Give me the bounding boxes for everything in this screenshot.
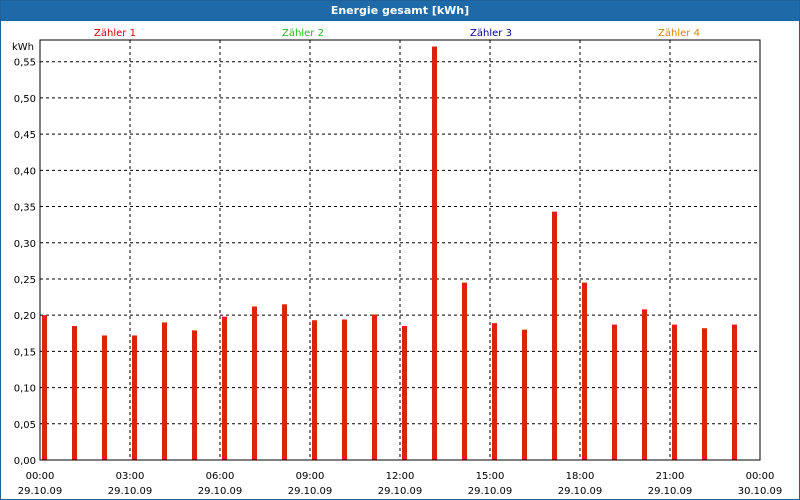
x-tick-date: 29.10.09 [558,486,603,497]
y-tick-label: 0,55 [14,58,36,69]
x-tick-time: 03:00 [116,471,145,482]
y-tick-label: 0,10 [14,384,36,395]
bar [732,324,737,460]
bar [252,306,257,460]
bar [72,326,77,460]
y-tick-label: 0,35 [14,203,36,214]
x-tick-time: 00:00 [746,471,775,482]
x-tick-date: 29.10.09 [288,486,333,497]
bar [702,328,707,460]
x-tick-date: 30.10.09 [738,486,783,497]
x-tick-time: 12:00 [386,471,415,482]
y-tick-label: 0,50 [14,94,36,105]
x-tick-time: 21:00 [656,471,685,482]
y-tick-label: 0,45 [14,130,36,141]
bar [312,320,317,460]
bar [42,315,47,460]
bar [102,335,107,460]
x-tick-time: 15:00 [476,471,505,482]
x-tick-date: 29.10.09 [648,486,693,497]
bar [132,335,137,460]
y-tick-label: 0,00 [14,456,36,467]
bar [492,323,497,460]
bar [522,329,527,460]
bar [192,330,197,460]
bar [672,324,677,460]
bar [582,282,587,460]
x-tick-date: 29.10.09 [198,486,243,497]
bar [462,282,467,460]
bar [222,316,227,460]
bar [612,324,617,460]
bar [282,304,287,460]
y-tick-label: 0,20 [14,311,36,322]
legend-item: Zähler 1 [94,28,136,39]
bar [372,314,377,460]
bar [402,326,407,460]
x-tick-date: 29.10.09 [108,486,153,497]
y-tick-label: 0,30 [14,239,36,250]
y-tick-label: 0,40 [14,166,36,177]
x-tick-date: 29.10.09 [18,486,63,497]
bar [552,211,557,460]
legend-item: Zähler 3 [470,28,512,39]
y-tick-label: 0,25 [14,275,36,286]
x-tick-date: 29.10.09 [378,486,423,497]
x-tick-time: 09:00 [296,471,325,482]
x-tick-time: 00:00 [26,471,55,482]
x-tick-date: 29.10.09 [468,486,513,497]
legend-item: Zähler 4 [658,28,700,39]
y-tick-label: 0,05 [14,420,36,431]
y-axis-label: kWh [12,42,34,53]
bar [432,46,437,460]
y-tick-label: 0,15 [14,347,36,358]
x-tick-time: 06:00 [206,471,235,482]
bar [342,319,347,460]
x-tick-time: 18:00 [566,471,595,482]
bar [642,309,647,460]
bar [162,322,167,460]
legend-item: Zähler 2 [282,28,324,39]
chart-area: 0,00 0,05 0,10 0,15 0,20 0,25 0,30 0,35 0,40 0,45… [12,28,783,497]
